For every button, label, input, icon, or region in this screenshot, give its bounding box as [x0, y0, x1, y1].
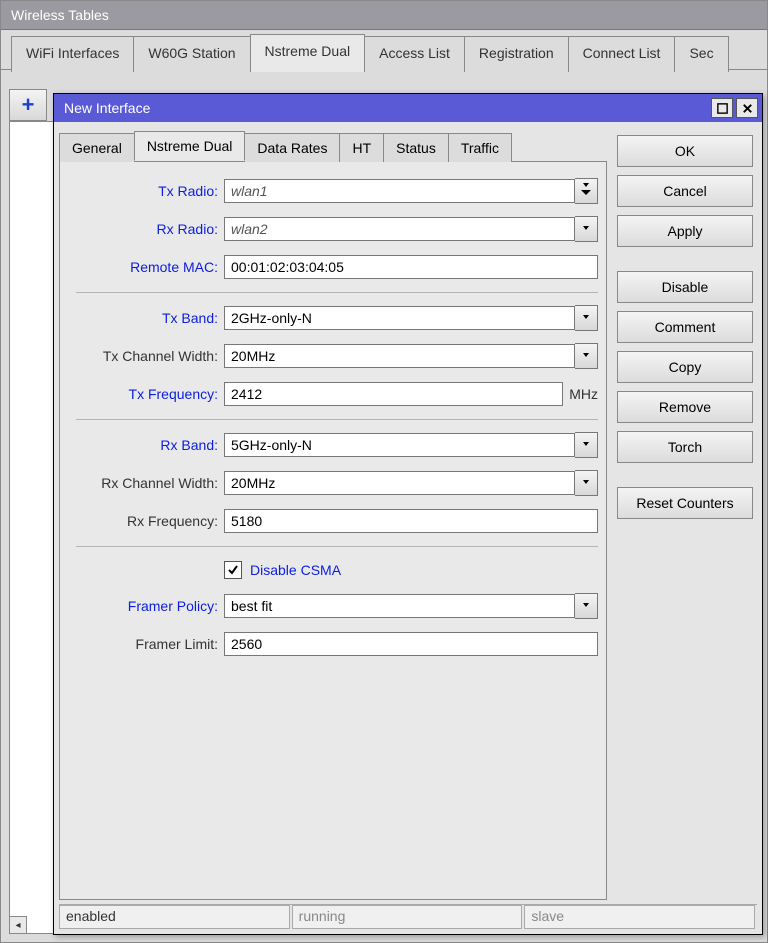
disable-csma-label: Disable CSMA	[250, 562, 341, 578]
tx-radio-input[interactable]	[224, 179, 575, 203]
rx-chanw-label: Rx Channel Width:	[68, 475, 224, 491]
dialog-title-text: New Interface	[64, 100, 150, 116]
rx-freq-label: Rx Frequency:	[68, 513, 224, 529]
tab-wifi-interfaces[interactable]: WiFi Interfaces	[11, 36, 134, 72]
tx-radio-label: Tx Radio:	[68, 183, 224, 199]
dialog-tab-data-rates[interactable]: Data Rates	[244, 133, 340, 162]
disable-button[interactable]: Disable	[617, 271, 753, 303]
status-bar: enabled running slave	[59, 904, 757, 929]
tx-chanw-label: Tx Channel Width:	[68, 348, 224, 364]
dialog-tab-status[interactable]: Status	[383, 133, 449, 162]
tx-chanw-input[interactable]	[224, 344, 575, 368]
tx-freq-input[interactable]	[224, 382, 563, 406]
remove-button[interactable]: Remove	[617, 391, 753, 423]
remote-mac-input[interactable]	[224, 255, 598, 279]
side-buttons: OK Cancel Apply Disable Comment Copy Rem…	[607, 127, 757, 900]
framer-policy-dropdown-icon[interactable]	[575, 593, 598, 619]
tab-registration[interactable]: Registration	[464, 36, 569, 72]
tab-connect-list[interactable]: Connect List	[568, 36, 676, 72]
form-block: Tx Radio: Rx Radio:	[59, 162, 607, 900]
status-slave: slave	[524, 905, 755, 929]
dialog-tab-traffic[interactable]: Traffic	[448, 133, 512, 162]
dialog-tab-general[interactable]: General	[59, 133, 135, 162]
cancel-button[interactable]: Cancel	[617, 175, 753, 207]
tx-freq-label: Tx Frequency:	[68, 386, 224, 402]
dialog-tab-ht[interactable]: HT	[339, 133, 384, 162]
remote-mac-label: Remote MAC:	[68, 259, 224, 275]
tx-band-label: Tx Band:	[68, 310, 224, 326]
close-icon[interactable]	[736, 98, 758, 118]
rx-freq-input[interactable]	[224, 509, 598, 533]
status-running: running	[292, 905, 523, 929]
tx-band-input[interactable]	[224, 306, 575, 330]
framer-policy-input[interactable]	[224, 594, 575, 618]
add-button[interactable]: +	[9, 89, 47, 121]
rx-radio-label: Rx Radio:	[68, 221, 224, 237]
reset-counters-button[interactable]: Reset Counters	[617, 487, 753, 519]
tab-nstreme-dual[interactable]: Nstreme Dual	[250, 34, 366, 72]
rx-radio-input[interactable]	[224, 217, 575, 241]
rx-band-label: Rx Band:	[68, 437, 224, 453]
rx-chanw-input[interactable]	[224, 471, 575, 495]
rx-band-input[interactable]	[224, 433, 575, 457]
framer-limit-input[interactable]	[224, 632, 598, 656]
ok-button[interactable]: OK	[617, 135, 753, 167]
torch-button[interactable]: Torch	[617, 431, 753, 463]
dialog-tabs: General Nstreme Dual Data Rates HT Statu…	[59, 127, 607, 162]
dialog-tab-nstreme-dual[interactable]: Nstreme Dual	[134, 131, 246, 161]
tx-chanw-dropdown-icon[interactable]	[575, 343, 598, 369]
rx-chanw-dropdown-icon[interactable]	[575, 470, 598, 496]
outer-tabs: WiFi Interfaces W60G Station Nstreme Dua…	[1, 30, 767, 70]
copy-button[interactable]: Copy	[617, 351, 753, 383]
tx-radio-dropdown-icon[interactable]	[575, 178, 598, 204]
new-interface-dialog: New Interface General Nstreme Dual Data …	[53, 93, 763, 935]
tab-security[interactable]: Sec	[674, 36, 728, 72]
scroll-left-icon[interactable]: ◂	[9, 916, 27, 934]
status-enabled: enabled	[59, 905, 290, 929]
rx-radio-dropdown-icon[interactable]	[575, 216, 598, 242]
tab-w60g-station[interactable]: W60G Station	[133, 36, 250, 72]
framer-limit-label: Framer Limit:	[68, 636, 224, 652]
apply-button[interactable]: Apply	[617, 215, 753, 247]
rx-band-dropdown-icon[interactable]	[575, 432, 598, 458]
tx-freq-unit: MHz	[569, 386, 598, 402]
framer-policy-label: Framer Policy:	[68, 598, 224, 614]
dialog-title-bar[interactable]: New Interface	[54, 94, 762, 122]
comment-button[interactable]: Comment	[617, 311, 753, 343]
tab-access-list[interactable]: Access List	[364, 36, 465, 72]
outer-window-title: Wireless Tables	[1, 1, 767, 30]
disable-csma-checkbox[interactable]	[224, 561, 242, 579]
maximize-icon[interactable]	[711, 98, 733, 118]
tx-band-dropdown-icon[interactable]	[575, 305, 598, 331]
